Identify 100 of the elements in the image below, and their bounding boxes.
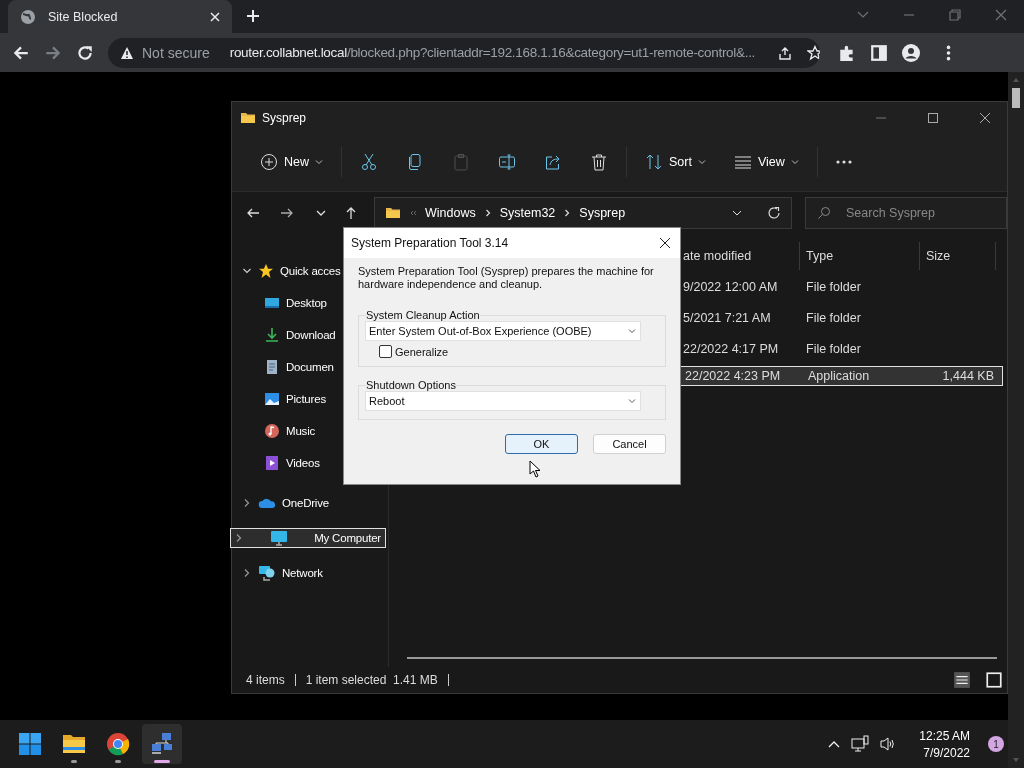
date-cell-text: 5/2021 7:21 AM	[682, 311, 772, 325]
column-header[interactable]: Size	[920, 242, 996, 270]
scissors-icon	[360, 153, 378, 171]
document-icon	[264, 359, 280, 375]
picture-icon	[264, 391, 280, 407]
size-cell-text: 1,444 KB	[941, 369, 995, 383]
sort-icon	[645, 153, 663, 171]
checkbox[interactable]	[379, 345, 392, 358]
sort-button[interactable]: Sort	[631, 146, 720, 178]
dialog-title: System Preparation Tool 3.14	[351, 236, 509, 250]
breadcrumb[interactable]: Windows	[425, 206, 476, 220]
window-title: Sysprep	[262, 110, 307, 125]
cancel-button[interactable]: Cancel	[593, 434, 666, 454]
sidebar-item[interactable]: My Computer	[230, 528, 386, 548]
sidebar-item[interactable]: Videos	[234, 448, 386, 478]
new-tab-icon[interactable]	[246, 9, 260, 23]
desktop-icon	[264, 295, 280, 311]
share-icon	[544, 153, 562, 171]
search-icon	[817, 206, 831, 220]
globe-icon	[20, 8, 36, 25]
network-icon[interactable]	[851, 735, 870, 753]
security-label: Not secure	[142, 44, 210, 61]
browser-tab[interactable]: Site Blocked	[8, 0, 232, 33]
type-cell-text: File folder	[805, 311, 862, 325]
details-view-icon[interactable]	[953, 671, 971, 689]
puzzle-icon[interactable]	[838, 43, 856, 62]
clock[interactable]: 12:25 AM 7/9/2022	[919, 728, 970, 760]
view-button[interactable]: View	[719, 146, 813, 178]
chevron-right-icon[interactable]	[242, 498, 252, 508]
cursor-icon	[529, 460, 541, 478]
chevron-down-icon[interactable]	[242, 266, 252, 276]
chevron-right-icon	[563, 209, 572, 217]
scrollbar[interactable]	[1008, 72, 1024, 768]
caret-icon	[697, 158, 706, 166]
cleanup-dropdown[interactable]: Enter System Out-of-Box Experience (OOBE)	[365, 321, 641, 341]
reload-icon[interactable]	[76, 43, 94, 62]
list-view-icon	[733, 153, 752, 171]
breadcrumb[interactable]: Sysprep	[579, 206, 626, 220]
network-computers-icon	[150, 732, 174, 756]
type-cell-text: Application	[807, 369, 871, 383]
overflow-icon	[409, 209, 417, 217]
profile-icon[interactable]	[902, 43, 920, 62]
date-cell-text: 9/2022 12:00 AM	[682, 280, 779, 294]
item-count: 4 items	[246, 673, 285, 687]
sidebar-item[interactable]: OneDrive	[234, 488, 386, 518]
windows-icon	[19, 733, 41, 755]
sidebar-item[interactable]: Network	[234, 558, 386, 588]
search-field[interactable]: Search Sysprep	[805, 197, 1007, 229]
forward-icon[interactable]	[280, 206, 294, 220]
scroll-thumb[interactable]	[1012, 88, 1020, 108]
new-button[interactable]: New	[246, 146, 337, 178]
video-icon	[264, 455, 280, 471]
music-icon	[264, 423, 280, 439]
trash-icon	[590, 153, 608, 171]
scrollbar[interactable]	[407, 657, 997, 659]
close-icon[interactable]	[979, 111, 991, 124]
shutdown-dropdown[interactable]: Reboot	[365, 391, 641, 411]
tiles-view-icon[interactable]	[985, 671, 1003, 689]
side-panel-icon[interactable]	[870, 43, 888, 62]
chevron-right-icon[interactable]	[242, 568, 252, 578]
close-icon[interactable]	[659, 237, 671, 249]
monitor-icon	[270, 529, 289, 547]
back-icon[interactable]	[246, 206, 260, 220]
checkbox-label: Generalize	[395, 345, 449, 358]
sidebar-item[interactable]: Music	[234, 416, 386, 446]
address-bar[interactable]: Not secure router.collabnet.local/blocked.php?clientaddr=192.168.1.16&category=ut1-remote-control&...	[108, 37, 820, 68]
date-cell-text: 22/2022 4:23 PM	[684, 369, 782, 383]
breadcrumb[interactable]: System32	[499, 206, 556, 220]
caret-icon	[628, 397, 636, 405]
type-cell-text: File folder	[805, 280, 862, 294]
chrome-icon	[106, 732, 130, 756]
rename-icon	[498, 153, 516, 171]
refresh-icon[interactable]	[767, 206, 781, 220]
address-field[interactable]: Windows System32 Sysprep	[374, 197, 792, 229]
download-icon	[264, 327, 280, 343]
notification-badge[interactable]: 1	[988, 736, 1004, 752]
up-icon[interactable]	[344, 206, 358, 220]
chevron-right-icon[interactable]	[234, 533, 244, 543]
clipboard-icon	[452, 153, 470, 171]
group-label: System Cleanup Action	[366, 309, 480, 321]
column-header[interactable]: Type	[800, 242, 920, 270]
warning-icon	[120, 45, 134, 60]
caret-icon	[628, 327, 636, 335]
url-text: router.collabnet.local/blocked.php?clientaddr=192.168.1.16&category=ut1-remote-control&...	[229, 45, 756, 60]
sidebar-item[interactable]: Documen	[234, 352, 386, 382]
type-cell-text: File folder	[805, 342, 862, 356]
plus-circle-icon	[260, 153, 278, 171]
folder-icon	[62, 732, 86, 756]
maximize-icon[interactable]	[927, 111, 939, 124]
network-taskbar-button[interactable]	[142, 724, 182, 764]
more-icon	[835, 160, 852, 164]
chevron-right-icon	[483, 209, 492, 217]
restore-icon[interactable]	[948, 8, 962, 22]
description-text: System Preparation Tool (Sysprep) prepares the machine for hardware independence and cleanup.	[358, 265, 655, 291]
menu-icon[interactable]	[946, 43, 951, 62]
star-icon[interactable]	[807, 44, 820, 61]
copy-icon	[406, 153, 424, 171]
ok-button[interactable]: OK	[505, 434, 578, 454]
caret-icon	[315, 158, 323, 166]
selection-info: 1 item selected 1.41 MB	[305, 673, 438, 687]
